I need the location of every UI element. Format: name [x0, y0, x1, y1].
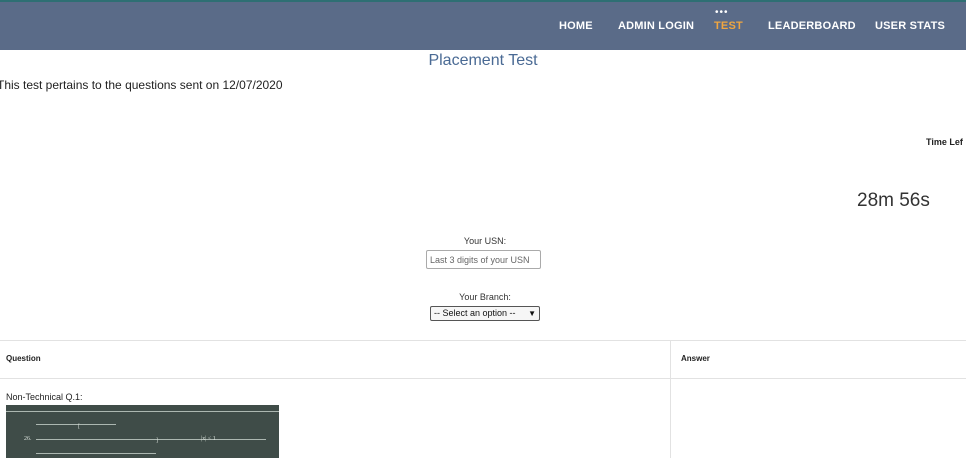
time-left-value: 28m 56s: [857, 190, 930, 211]
branch-label: Your Branch:: [459, 292, 511, 302]
page-subtitle: This test pertains to the questions sent…: [0, 78, 283, 92]
table-header-border: [0, 378, 966, 379]
table-top-border: [0, 340, 966, 341]
nav-home[interactable]: HOME: [559, 20, 593, 32]
column-header-answer: Answer: [681, 354, 710, 363]
nav-user-stats[interactable]: USER STATS: [875, 20, 945, 32]
svg-text:26.: 26.: [24, 436, 32, 442]
time-left-label: Time Lef: [926, 137, 963, 147]
usn-input[interactable]: [426, 250, 541, 269]
question-label: Non-Technical Q.1:: [6, 392, 83, 402]
nav-leaderboard[interactable]: LEADERBOARD: [768, 20, 856, 32]
nav-admin-login[interactable]: ADMIN LOGIN: [618, 20, 694, 32]
column-header-question: Question: [6, 354, 41, 363]
question-image-math: 26. [ ] |x| < 1: [24, 424, 216, 444]
question-image: 26. [ ] |x| < 1: [6, 405, 279, 458]
svg-text:[: [: [78, 424, 80, 430]
svg-text:]: ]: [156, 438, 158, 444]
usn-label: Your USN:: [463, 236, 507, 246]
nav-test[interactable]: TEST: [714, 20, 743, 32]
svg-text:|x| < 1: |x| < 1: [201, 436, 216, 442]
branch-select-value: -- Select an option --: [434, 308, 516, 318]
chevron-down-icon: ▼: [528, 309, 536, 318]
page-title: Placement Test: [428, 52, 538, 69]
table-column-divider: [670, 340, 671, 458]
branch-select[interactable]: -- Select an option -- ▼: [430, 306, 540, 321]
top-navbar: ••• HOME ADMIN LOGIN TEST LEADERBOARD US…: [0, 2, 966, 50]
active-indicator-dots: •••: [715, 7, 729, 18]
